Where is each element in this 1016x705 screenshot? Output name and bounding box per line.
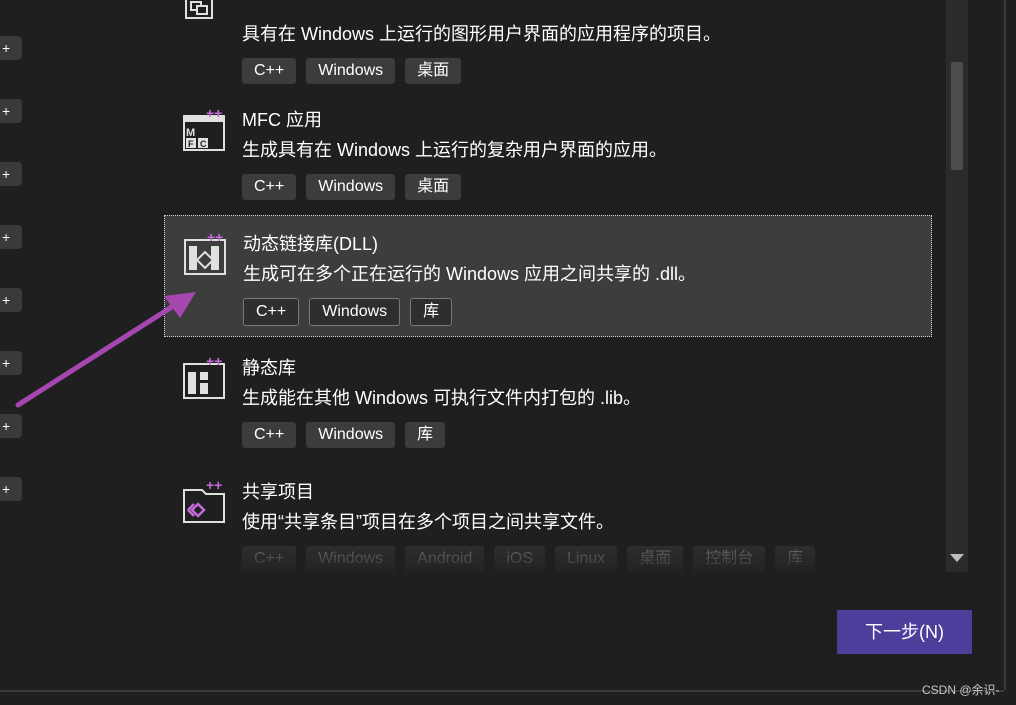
tag: Android — [405, 546, 485, 572]
tag: Windows — [306, 422, 396, 448]
scroll-down-arrow-icon[interactable] — [950, 554, 964, 562]
template-tags: C++ Windows 桌面 — [242, 58, 462, 84]
add-filter-button[interactable]: + — [0, 477, 22, 501]
template-item-mfc-app[interactable]: M F C ++ MFC 应用 生成具有在 Windows 上运行的复杂用户界面… — [164, 92, 932, 214]
template-title: MFC 应用 — [242, 110, 322, 130]
shared-items-icon: ++ — [182, 477, 228, 524]
template-tags: C++ Windows 库 — [242, 422, 446, 448]
tag: Windows — [306, 546, 396, 572]
tag: C++ — [242, 174, 297, 200]
add-filter-button[interactable]: + — [0, 288, 22, 312]
add-filter-button[interactable]: + — [0, 414, 22, 438]
tag: C++ — [242, 546, 297, 572]
tag: iOS — [494, 546, 545, 572]
template-title: 动态链接库(DLL) — [243, 234, 379, 254]
tag: 库 — [410, 298, 453, 326]
template-list: 具有在 Windows 上运行的图形用户界面的应用程序的项目。 C++ Wind… — [164, 0, 946, 572]
template-title: 静态库 — [242, 358, 296, 378]
tag: 桌面 — [405, 174, 462, 200]
svg-text:F: F — [188, 139, 194, 149]
template-item-static-library[interactable]: ++ 静态库 生成能在其他 Windows 可执行文件内打包的 .lib。 C+… — [164, 340, 932, 462]
svg-text:++: ++ — [207, 230, 223, 245]
vertical-scrollbar[interactable] — [946, 0, 968, 572]
filter-panel: + + + + + + + + — [0, 0, 24, 540]
template-tags: C++ Windows 库 — [243, 298, 453, 326]
template-item-shared-items[interactable]: ++ 共享项目 使用“共享条目”项目在多个项目之间共享文件。 C++ Windo… — [164, 464, 932, 572]
template-item-dll[interactable]: ++ 动态链接库(DLL) 生成可在多个正在运行的 Windows 应用之间共享… — [164, 215, 932, 337]
template-description: 生成具有在 Windows 上运行的复杂用户界面的应用。 — [242, 140, 668, 160]
tag: C++ — [242, 58, 297, 84]
add-filter-button[interactable]: + — [0, 162, 22, 186]
next-button[interactable]: 下一步(N) — [837, 610, 972, 654]
tag: C++ — [242, 422, 297, 448]
tag: Windows — [306, 174, 396, 200]
template-description: 生成能在其他 Windows 可执行文件内打包的 .lib。 — [242, 388, 642, 408]
svg-text:++: ++ — [206, 106, 222, 121]
add-filter-button[interactable]: + — [0, 99, 22, 123]
svg-text:M: M — [186, 127, 195, 139]
mfc-app-icon: M F C ++ — [182, 105, 228, 152]
tag: 库 — [775, 546, 816, 572]
template-item-desktop-app[interactable]: 具有在 Windows 上运行的图形用户界面的应用程序的项目。 C++ Wind… — [164, 0, 932, 98]
watermark: CSDN @余识- — [922, 683, 1000, 697]
tag: Windows — [309, 298, 401, 326]
static-library-icon: ++ — [182, 353, 228, 400]
add-filter-button[interactable]: + — [0, 351, 22, 375]
svg-text:++: ++ — [206, 478, 222, 493]
template-tags: C++ Windows Android iOS Linux 桌面 控制台 库 — [242, 546, 816, 572]
tag: 控制台 — [693, 546, 766, 572]
add-filter-button[interactable]: + — [0, 225, 22, 249]
tag: 库 — [405, 422, 446, 448]
tag: C++ — [243, 298, 300, 326]
divider — [1004, 0, 1006, 690]
desktop-app-icon — [182, 0, 228, 36]
tag: 桌面 — [405, 58, 462, 84]
template-title: 共享项目 — [242, 482, 314, 502]
add-filter-button[interactable]: + — [0, 36, 22, 60]
svg-text:C: C — [200, 139, 207, 149]
divider — [0, 690, 1004, 692]
svg-text:++: ++ — [206, 354, 222, 369]
scrollbar-thumb[interactable] — [951, 62, 963, 170]
template-description: 使用“共享条目”项目在多个项目之间共享文件。 — [242, 512, 614, 532]
template-description: 具有在 Windows 上运行的图形用户界面的应用程序的项目。 — [242, 24, 722, 44]
tag: Windows — [306, 58, 396, 84]
dll-library-icon: ++ — [183, 229, 229, 276]
template-description: 生成可在多个正在运行的 Windows 应用之间共享的 .dll。 — [243, 264, 697, 284]
tag: Linux — [554, 546, 618, 572]
template-tags: C++ Windows 桌面 — [242, 174, 462, 200]
tag: 桌面 — [627, 546, 684, 572]
